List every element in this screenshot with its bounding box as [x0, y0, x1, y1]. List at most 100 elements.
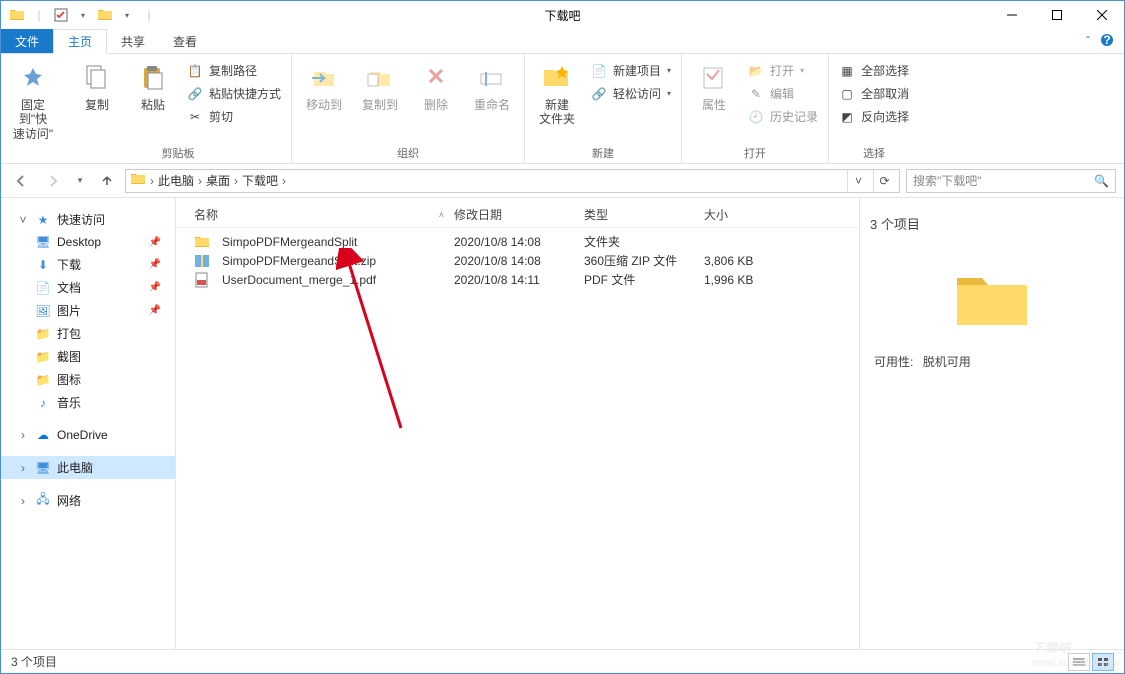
pin-icon: 📌	[149, 305, 169, 316]
delete-button[interactable]: 删除	[410, 58, 462, 112]
tab-share[interactable]: 共享	[107, 29, 159, 53]
qat-dropdown-icon[interactable]: ▾	[117, 5, 137, 25]
open-button[interactable]: 📂打开 ▾	[744, 60, 822, 81]
properties-button[interactable]: 属性	[688, 58, 740, 112]
crumb-folder[interactable]: 下载吧	[242, 172, 278, 189]
paste-button[interactable]: 粘贴	[127, 58, 179, 112]
view-details-button[interactable]	[1068, 653, 1090, 671]
sidebar-network[interactable]: ›🖧网络	[1, 489, 175, 512]
crumb-desktop[interactable]: 桌面	[206, 172, 230, 189]
recent-dropdown[interactable]: ▾	[73, 169, 87, 193]
status-text: 3 个项目	[11, 653, 57, 670]
sidebar-item-desktop[interactable]: 🖥Desktop📌	[1, 231, 175, 253]
checkbox-icon[interactable]	[51, 5, 71, 25]
search-placeholder: 搜索"下载吧"	[913, 172, 1088, 189]
maximize-button[interactable]	[1034, 1, 1079, 29]
easy-access-icon: 🔗	[591, 86, 607, 102]
table-row[interactable]: SimpoPDFMergeandSplit 2020/10/8 14:08 文件…	[176, 232, 859, 251]
sidebar-item-icons[interactable]: 📁图标	[1, 368, 175, 391]
tab-home[interactable]: 主页	[53, 29, 107, 54]
col-name[interactable]: 名称˄	[194, 206, 454, 223]
group-pin-quick: 固定到"快 速访问"	[1, 54, 65, 163]
desktop-icon: 🖥	[35, 234, 51, 250]
sidebar-item-pictures[interactable]: 🖼图片📌	[1, 299, 175, 322]
col-date[interactable]: 修改日期	[454, 206, 584, 223]
window-controls	[989, 1, 1124, 29]
table-row[interactable]: SimpoPDFMergeandSplit.zip 2020/10/8 14:0…	[176, 251, 859, 270]
sidebar-item-downloads[interactable]: ⬇下载📌	[1, 253, 175, 276]
edit-button[interactable]: ✎编辑	[744, 83, 822, 104]
close-button[interactable]	[1079, 1, 1124, 29]
help-icon[interactable]: ?	[1100, 33, 1114, 50]
collapse-ribbon-icon[interactable]: ˆ	[1086, 34, 1090, 48]
chevron-right-icon[interactable]: ›	[234, 174, 238, 188]
moveto-button[interactable]: 移动到	[298, 58, 350, 112]
paste-shortcut-button[interactable]: 🔗粘贴快捷方式	[183, 83, 285, 104]
easy-access-button[interactable]: 🔗轻松访问 ▾	[587, 83, 675, 104]
group-new-label: 新建	[531, 143, 675, 161]
chevron-right-icon[interactable]: ›	[17, 461, 29, 475]
select-none-button[interactable]: ▢全部取消	[835, 83, 913, 104]
sort-asc-icon: ˄	[439, 210, 444, 220]
pin-quick-access-button[interactable]: 固定到"快 速访问"	[7, 58, 59, 141]
chevron-right-icon[interactable]: ›	[282, 174, 286, 188]
sidebar-quick-access[interactable]: ˅ ★ 快速访问	[1, 208, 175, 231]
chevron-down-icon[interactable]: ˅	[17, 213, 29, 227]
select-all-button[interactable]: ▦全部选择	[835, 60, 913, 81]
back-button[interactable]	[9, 169, 33, 193]
sidebar-onedrive[interactable]: ›☁OneDrive	[1, 424, 175, 446]
search-input[interactable]: 搜索"下载吧" 🔍	[906, 169, 1116, 193]
view-icons-button[interactable]	[1092, 653, 1114, 671]
history-icon: 🕘	[748, 109, 764, 125]
copy-path-button[interactable]: 📋复制路径	[183, 60, 285, 81]
history-button[interactable]: 🕘历史记录	[744, 106, 822, 127]
breadcrumb[interactable]: › 此电脑 › 桌面 › 下载吧 › ˅ ⟳	[125, 169, 900, 193]
table-row[interactable]: UserDocument_merge_1.pdf 2020/10/8 14:11…	[176, 270, 859, 289]
edit-icon: ✎	[748, 86, 764, 102]
new-item-button[interactable]: 📄新建项目 ▾	[587, 60, 675, 81]
column-headers: 名称˄ 修改日期 类型 大小	[176, 198, 859, 228]
sidebar-item-music[interactable]: ♪音乐	[1, 391, 175, 414]
new-folder-button[interactable]: 新建 文件夹	[531, 58, 583, 127]
tab-view[interactable]: 查看	[159, 29, 211, 53]
copyto-button[interactable]: 复制到	[354, 58, 406, 112]
forward-button[interactable]	[41, 169, 65, 193]
music-icon: ♪	[35, 395, 51, 411]
sidebar-thispc[interactable]: ›🖥此电脑	[1, 456, 175, 479]
sidebar-item-documents[interactable]: 📄文档📌	[1, 276, 175, 299]
chevron-right-icon[interactable]: ›	[150, 174, 154, 188]
window-title: 下载吧	[544, 7, 580, 24]
select-all-icon: ▦	[839, 63, 855, 79]
chevron-right-icon[interactable]: ›	[17, 494, 29, 508]
qat-dropdown-icon[interactable]: ▾	[73, 5, 93, 25]
tab-file[interactable]: 文件	[1, 29, 53, 53]
file-rows: SimpoPDFMergeandSplit 2020/10/8 14:08 文件…	[176, 228, 859, 293]
rename-button[interactable]: 重命名	[466, 58, 518, 112]
crumb-thispc[interactable]: 此电脑	[158, 172, 194, 189]
sidebar-item-screenshot[interactable]: 📁截图	[1, 345, 175, 368]
chevron-right-icon[interactable]: ›	[17, 428, 29, 442]
col-type[interactable]: 类型	[584, 206, 704, 223]
ribbon-tabs: 文件 主页 共享 查看 ˆ ?	[1, 29, 1124, 54]
up-button[interactable]	[95, 169, 119, 193]
details-count: 3 个项目	[870, 214, 1114, 233]
refresh-icon[interactable]: ⟳	[873, 170, 895, 192]
address-dropdown-icon[interactable]: ˅	[847, 170, 869, 192]
sidebar-item-package[interactable]: 📁打包	[1, 322, 175, 345]
file-list-pane: 名称˄ 修改日期 类型 大小 SimpoPDFMergeandSplit 202…	[176, 198, 859, 649]
quick-access-toolbar: | ▾ ▾ |	[1, 5, 159, 25]
qat-sep: |	[139, 5, 159, 25]
minimize-button[interactable]	[989, 1, 1034, 29]
pc-icon: 🖥	[35, 460, 51, 476]
new-item-icon: 📄	[591, 63, 607, 79]
zip-icon	[194, 253, 210, 269]
folder-icon: 📁	[35, 372, 51, 388]
copy-button[interactable]: 复制	[71, 58, 123, 112]
moveto-icon	[308, 62, 340, 94]
cut-button[interactable]: ✂剪切	[183, 106, 285, 127]
invert-selection-button[interactable]: ◩反向选择	[835, 106, 913, 127]
pin-icon	[17, 62, 49, 94]
chevron-right-icon[interactable]: ›	[198, 174, 202, 188]
content-area: ˅ ★ 快速访问 🖥Desktop📌 ⬇下载📌 📄文档📌 🖼图片📌 📁打包 📁截…	[1, 198, 1124, 649]
col-size[interactable]: 大小	[704, 206, 794, 223]
